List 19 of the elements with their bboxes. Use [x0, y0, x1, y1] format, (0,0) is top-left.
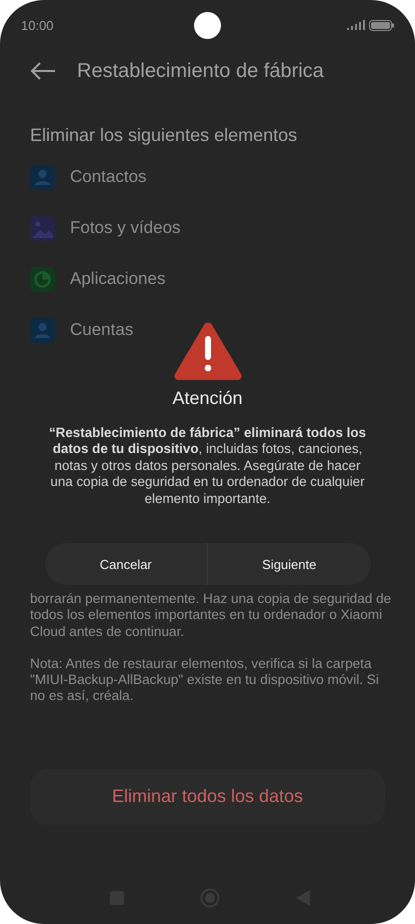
status-time: 10:00: [21, 18, 54, 32]
section-title: Eliminar los siguientes elementos: [30, 125, 298, 146]
item-label: Fotos y vídeos: [70, 218, 181, 238]
dialog-message: “Restablecimiento de fábrica” eliminará todos los datos de tu dispositivo, incluidas fotos, canciones, notas y otros datos personales. Asegúrate de hacer una copia de seguridad en tu ordenador de cualquier elemento importante.: [48, 425, 367, 508]
note-text: Nota: Antes de restaurar elementos, verifica si la carpeta "MIUI-Backup-AllBackup" existe en tu dispositivo móvil. Si no es así, créala.: [30, 656, 380, 705]
next-button[interactable]: Siguiente: [207, 543, 370, 586]
item-label: Cuentas: [70, 320, 134, 340]
battery-icon: [369, 20, 394, 30]
item-label: Aplicaciones: [70, 269, 166, 289]
cancel-button[interactable]: Cancelar: [44, 543, 207, 586]
back-icon[interactable]: [30, 62, 56, 80]
page-title: Restablecimiento de fábrica: [77, 60, 324, 82]
camera-hole: [194, 12, 221, 39]
warning-icon: [174, 322, 242, 380]
delete-all-button[interactable]: Eliminar todos los datos: [30, 768, 385, 825]
note-text: borrarán permanentemente. Haz una copia de seguridad de todos los elementos importantes en tu ordenador o Xiaomi Cloud antes de continuar.: [30, 591, 392, 640]
signal-icon: [347, 20, 365, 30]
dialog-title: Atención: [172, 388, 243, 409]
item-label: Contactos: [70, 167, 147, 187]
